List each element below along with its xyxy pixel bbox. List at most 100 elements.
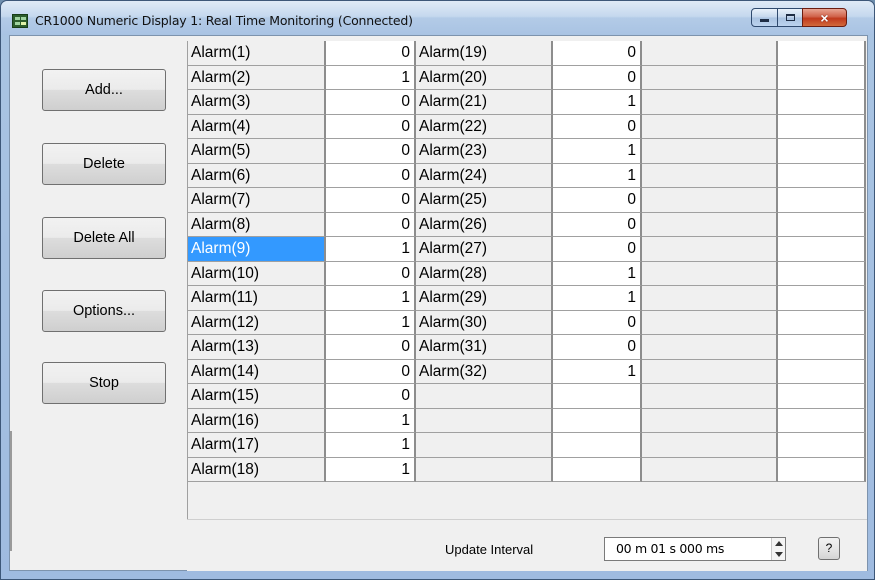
alarm-value-cell[interactable]: 1 xyxy=(326,458,416,482)
empty-name-cell[interactable] xyxy=(642,384,778,409)
empty-value-cell[interactable] xyxy=(778,360,866,384)
alarm-value-cell[interactable]: 0 xyxy=(326,90,416,115)
empty-value-cell[interactable] xyxy=(778,90,866,115)
alarm-name-cell[interactable]: Alarm(11) xyxy=(188,286,326,311)
empty-name-cell[interactable] xyxy=(642,213,778,237)
alarm-value-cell[interactable]: 0 xyxy=(326,164,416,188)
alarm-value-cell[interactable]: 0 xyxy=(326,41,416,66)
alarm-name-cell[interactable]: Alarm(6) xyxy=(188,164,326,188)
empty-value-cell[interactable] xyxy=(778,311,866,335)
add-button[interactable]: Add... xyxy=(42,69,166,111)
alarm-value-cell[interactable]: 0 xyxy=(553,213,642,237)
empty-name-cell[interactable] xyxy=(642,188,778,213)
alarm-value-cell[interactable]: 1 xyxy=(553,139,642,164)
alarm-value-cell[interactable]: 0 xyxy=(326,139,416,164)
app-icon[interactable] xyxy=(12,14,28,28)
update-interval-spinner[interactable] xyxy=(771,538,785,560)
alarm-value-cell[interactable]: 1 xyxy=(553,360,642,384)
alarm-name-cell[interactable]: Alarm(23) xyxy=(416,139,553,164)
empty-name-cell[interactable] xyxy=(416,458,553,482)
empty-name-cell[interactable] xyxy=(642,115,778,139)
alarm-name-cell[interactable]: Alarm(31) xyxy=(416,335,553,360)
alarm-name-cell[interactable]: Alarm(21) xyxy=(416,90,553,115)
empty-value-cell[interactable] xyxy=(553,458,642,482)
empty-name-cell[interactable] xyxy=(642,237,778,262)
title-bar[interactable]: CR1000 Numeric Display 1: Real Time Moni… xyxy=(1,1,874,35)
alarm-value-cell[interactable]: 0 xyxy=(553,311,642,335)
alarm-name-cell[interactable]: Alarm(4) xyxy=(188,115,326,139)
alarm-name-cell[interactable]: Alarm(16) xyxy=(188,409,326,433)
alarm-value-cell[interactable]: 1 xyxy=(326,409,416,433)
alarm-name-cell[interactable]: Alarm(12) xyxy=(188,311,326,335)
empty-value-cell[interactable] xyxy=(778,433,866,458)
empty-name-cell[interactable] xyxy=(642,164,778,188)
alarm-name-cell[interactable]: Alarm(19) xyxy=(416,41,553,66)
numeric-display-grid[interactable]: Alarm(1) 0 Alarm(19) 0 Alarm(2) 1 Alarm(20) 0 Al… xyxy=(187,41,866,519)
alarm-value-cell[interactable]: 0 xyxy=(326,335,416,360)
empty-value-cell[interactable] xyxy=(778,237,866,262)
help-button[interactable]: ? xyxy=(818,537,840,560)
update-interval-input[interactable]: 00 m 01 s 000 ms xyxy=(604,537,786,561)
empty-value-cell[interactable] xyxy=(778,164,866,188)
empty-name-cell[interactable] xyxy=(416,409,553,433)
alarm-value-cell[interactable]: 0 xyxy=(326,360,416,384)
alarm-value-cell[interactable]: 0 xyxy=(553,188,642,213)
empty-name-cell[interactable] xyxy=(642,409,778,433)
delete-button[interactable]: Delete xyxy=(42,143,166,185)
empty-name-cell[interactable] xyxy=(642,433,778,458)
alarm-value-cell[interactable]: 1 xyxy=(326,237,416,262)
alarm-value-cell[interactable]: 1 xyxy=(553,286,642,311)
empty-name-cell[interactable] xyxy=(642,286,778,311)
alarm-name-cell[interactable]: Alarm(30) xyxy=(416,311,553,335)
stop-button[interactable]: Stop xyxy=(42,362,166,404)
empty-value-cell[interactable] xyxy=(778,188,866,213)
close-button[interactable]: × xyxy=(802,8,847,27)
empty-name-cell[interactable] xyxy=(642,41,778,66)
alarm-value-cell[interactable]: 1 xyxy=(553,90,642,115)
alarm-name-cell[interactable]: Alarm(32) xyxy=(416,360,553,384)
alarm-value-cell[interactable]: 0 xyxy=(553,335,642,360)
alarm-value-cell[interactable]: 0 xyxy=(553,115,642,139)
empty-name-cell[interactable] xyxy=(416,433,553,458)
alarm-value-cell[interactable]: 1 xyxy=(326,433,416,458)
alarm-name-cell[interactable]: Alarm(26) xyxy=(416,213,553,237)
empty-name-cell[interactable] xyxy=(642,66,778,90)
delete-all-button[interactable]: Delete All xyxy=(42,217,166,259)
empty-value-cell[interactable] xyxy=(778,66,866,90)
alarm-value-cell[interactable]: 1 xyxy=(326,286,416,311)
alarm-name-cell[interactable]: Alarm(20) xyxy=(416,66,553,90)
empty-value-cell[interactable] xyxy=(553,409,642,433)
alarm-name-cell[interactable]: Alarm(22) xyxy=(416,115,553,139)
alarm-value-cell[interactable]: 0 xyxy=(326,115,416,139)
alarm-value-cell[interactable]: 0 xyxy=(326,213,416,237)
empty-value-cell[interactable] xyxy=(778,458,866,482)
maximize-button[interactable] xyxy=(777,8,803,27)
empty-value-cell[interactable] xyxy=(778,384,866,409)
options-button[interactable]: Options... xyxy=(42,290,166,332)
alarm-name-cell[interactable]: Alarm(8) xyxy=(188,213,326,237)
empty-name-cell[interactable] xyxy=(642,139,778,164)
alarm-value-cell[interactable]: 0 xyxy=(326,188,416,213)
empty-value-cell[interactable] xyxy=(778,213,866,237)
alarm-name-cell[interactable]: Alarm(14) xyxy=(188,360,326,384)
alarm-name-cell[interactable]: Alarm(1) xyxy=(188,41,326,66)
alarm-name-cell[interactable]: Alarm(24) xyxy=(416,164,553,188)
empty-value-cell[interactable] xyxy=(778,262,866,286)
alarm-name-cell[interactable]: Alarm(7) xyxy=(188,188,326,213)
alarm-name-cell[interactable]: Alarm(5) xyxy=(188,139,326,164)
empty-value-cell[interactable] xyxy=(778,409,866,433)
empty-name-cell[interactable] xyxy=(642,262,778,286)
empty-name-cell[interactable] xyxy=(642,360,778,384)
alarm-name-cell[interactable]: Alarm(13) xyxy=(188,335,326,360)
empty-value-cell[interactable] xyxy=(778,335,866,360)
alarm-name-cell[interactable]: Alarm(17) xyxy=(188,433,326,458)
alarm-name-cell[interactable]: Alarm(2) xyxy=(188,66,326,90)
alarm-name-cell[interactable]: Alarm(9) xyxy=(188,237,326,262)
alarm-name-cell[interactable]: Alarm(25) xyxy=(416,188,553,213)
alarm-value-cell[interactable]: 0 xyxy=(553,66,642,90)
empty-value-cell[interactable] xyxy=(778,41,866,66)
empty-name-cell[interactable] xyxy=(642,311,778,335)
empty-name-cell[interactable] xyxy=(642,335,778,360)
alarm-value-cell[interactable]: 0 xyxy=(326,384,416,409)
empty-value-cell[interactable] xyxy=(553,384,642,409)
